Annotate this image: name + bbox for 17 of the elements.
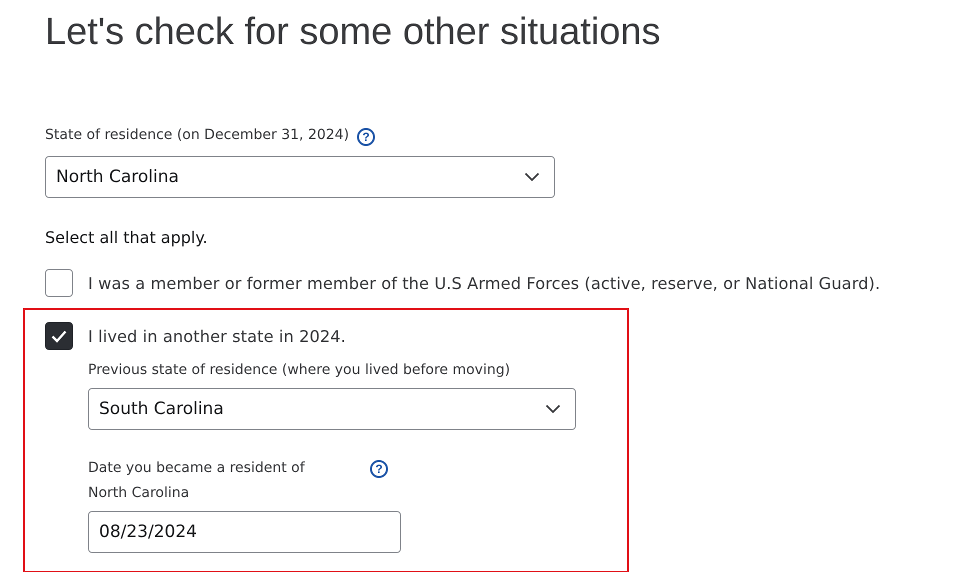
option-label: I lived in another state in 2024.	[88, 326, 346, 346]
chevron-down-icon	[545, 404, 561, 414]
date-input[interactable]: 08/23/2024	[88, 511, 401, 553]
state-dropdown[interactable]: North Carolina	[45, 156, 555, 198]
page-heading: Let's check for some other situations	[45, 10, 662, 55]
checkbox[interactable]	[45, 269, 73, 297]
help-icon[interactable]: ?	[370, 460, 388, 478]
checkbox[interactable]	[45, 322, 73, 350]
field-label: Previous state of residence (where you lived before moving)	[88, 362, 512, 378]
instruction-text: Select all that apply.	[45, 228, 209, 247]
option-label: I was a member or former member of the U.S Armed Forces (active, reserve, or National Guard).	[88, 274, 880, 292]
help-icon[interactable]: ?	[357, 128, 376, 146]
state-dropdown[interactable]: South Carolina	[88, 388, 576, 430]
field-label: Date you became a resident of North Carolina	[88, 459, 306, 503]
checkmark-icon	[51, 330, 67, 342]
field-label: State of residence (on December 31, 2024)	[45, 127, 350, 143]
chevron-down-icon	[524, 172, 540, 182]
